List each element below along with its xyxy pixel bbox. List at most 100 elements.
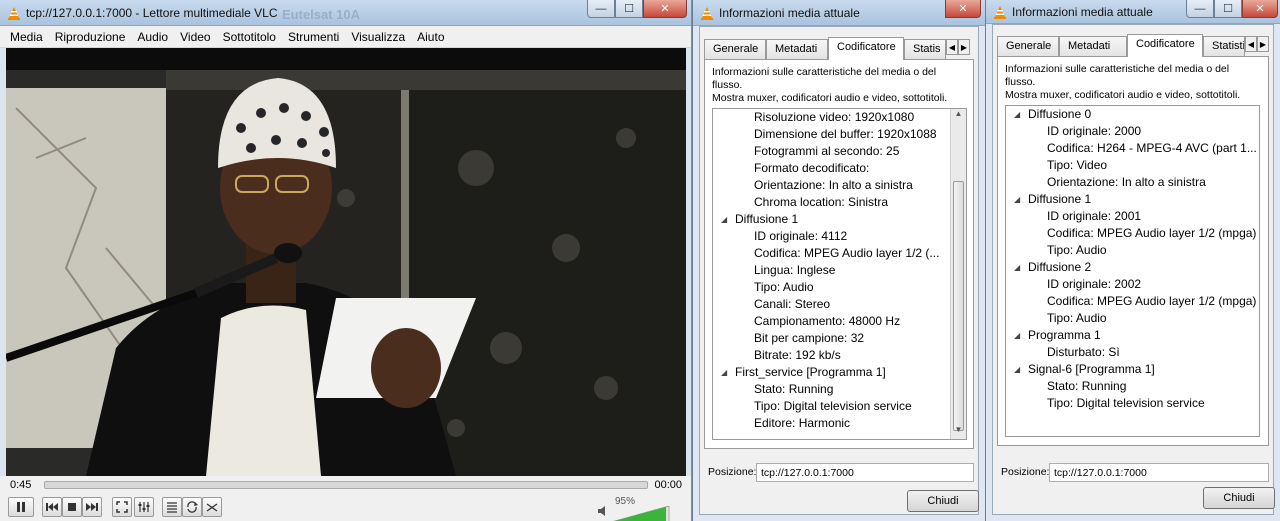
menu-aiuto[interactable]: Aiuto bbox=[411, 30, 450, 44]
menu-strumenti[interactable]: Strumenti bbox=[282, 30, 345, 44]
fullscreen-button[interactable] bbox=[112, 497, 132, 517]
tree-item-row[interactable]: Codifica: MPEG Audio layer 1/2 (mpga) bbox=[1047, 225, 1256, 242]
tree-item-row[interactable]: Orientazione: In alto a sinistra bbox=[1047, 174, 1206, 191]
tree-item-row[interactable]: Stato: Running bbox=[754, 381, 833, 398]
tree-item-row[interactable]: Canali: Stereo bbox=[754, 296, 830, 313]
tab-statistiche[interactable]: Statis bbox=[904, 39, 946, 59]
expand-triangle-icon[interactable]: ◢ bbox=[1014, 327, 1020, 344]
dialog1-codec-tree[interactable]: ▲ ▼ Risoluzione video: 1920x1080 Dimensio… bbox=[712, 108, 967, 440]
tree-item-row[interactable]: Tipo: Digital television service bbox=[1047, 395, 1205, 412]
expand-triangle-icon[interactable]: ◢ bbox=[1014, 259, 1020, 276]
tree-item-row[interactable]: Risoluzione video: 1920x1080 bbox=[754, 109, 914, 126]
desc-line: flusso. bbox=[1005, 76, 1036, 88]
tree-item-row[interactable]: Codifica: MPEG Audio layer 1/2 (mpga) bbox=[1047, 293, 1256, 310]
dialog2-close-x-button[interactable]: ✕ bbox=[1242, 0, 1278, 18]
tree-item-row[interactable]: Codifica: MPEG Audio layer 1/2 (... bbox=[754, 245, 939, 262]
tree-item-row[interactable]: Tipo: Audio bbox=[754, 279, 814, 296]
pause-button[interactable] bbox=[8, 497, 34, 517]
tree-item-row[interactable]: Fotogrammi al secondo: 25 bbox=[754, 143, 899, 160]
scroll-down-arrow[interactable]: ▼ bbox=[951, 425, 966, 439]
tree-item-row[interactable]: ID originale: 4112 bbox=[754, 228, 847, 245]
tree-item-row[interactable]: Dimensione del buffer: 1920x1088 bbox=[754, 126, 937, 143]
expand-triangle-icon[interactable]: ◢ bbox=[721, 364, 727, 381]
tab-scroll-left-button[interactable]: ◀ bbox=[1245, 36, 1257, 52]
maximize-button[interactable]: ☐ bbox=[615, 0, 643, 18]
tab-metadati[interactable]: Metadati bbox=[1059, 36, 1127, 56]
menu-riproduzione[interactable]: Riproduzione bbox=[49, 30, 132, 44]
tree-row-text: Orientazione: In alto a sinistra bbox=[1047, 175, 1206, 189]
tree-group-row[interactable]: ◢ Programma 1 bbox=[1014, 327, 1101, 344]
tree-item-row[interactable]: Lingua: Inglese bbox=[754, 262, 835, 279]
playlist-button[interactable] bbox=[162, 497, 182, 517]
tree-group-row[interactable]: ◢ Signal-6 [Programma 1] bbox=[1014, 361, 1155, 378]
dialog1-close-x-button[interactable]: ✕ bbox=[945, 0, 981, 18]
volume-control[interactable]: 95% bbox=[597, 496, 677, 521]
expand-triangle-icon[interactable]: ◢ bbox=[1014, 106, 1020, 123]
seek-slider[interactable] bbox=[44, 481, 648, 489]
extended-settings-button[interactable] bbox=[134, 497, 154, 517]
tree-group-row[interactable]: ◢ Diffusione 2 bbox=[1014, 259, 1091, 276]
tree-item-row[interactable]: Stato: Running bbox=[1047, 378, 1126, 395]
tree-item-row[interactable]: Editore: Harmonic bbox=[754, 415, 850, 432]
tab-scroll-right-button[interactable]: ▶ bbox=[958, 39, 970, 55]
next-button[interactable] bbox=[82, 497, 102, 517]
tree-item-row[interactable]: Tipo: Video bbox=[1047, 157, 1107, 174]
dialog2-minimize-button[interactable]: — bbox=[1186, 0, 1214, 18]
menu-audio[interactable]: Audio bbox=[131, 30, 174, 44]
dialog2-maximize-button[interactable]: ☐ bbox=[1214, 0, 1242, 18]
vlc-titlebar[interactable]: tcp://127.0.0.1:7000 - Lettore multimedi… bbox=[0, 0, 691, 26]
tree-group-row[interactable]: ◢ Diffusione 1 bbox=[1014, 191, 1091, 208]
tree-item-row[interactable]: ID originale: 2002 bbox=[1047, 276, 1141, 293]
minimize-button[interactable]: — bbox=[587, 0, 615, 18]
scrollbar-thumb[interactable] bbox=[953, 181, 964, 431]
menu-video[interactable]: Video bbox=[174, 30, 216, 44]
position-field[interactable] bbox=[1049, 463, 1269, 482]
tree-item-row[interactable]: Bitrate: 192 kb/s bbox=[754, 347, 841, 364]
volume-slider[interactable] bbox=[611, 506, 671, 521]
scroll-up-arrow[interactable]: ▲ bbox=[951, 109, 966, 123]
tree-item-row[interactable]: Orientazione: In alto a sinistra bbox=[754, 177, 913, 194]
dialog1-close-button[interactable]: Chiudi bbox=[907, 490, 979, 512]
previous-button[interactable] bbox=[42, 497, 62, 517]
tree-item-row[interactable]: ID originale: 2001 bbox=[1047, 208, 1141, 225]
dialog2-titlebar[interactable]: Informazioni media attuale — ☐ ✕ bbox=[986, 0, 1280, 24]
expand-triangle-icon[interactable]: ◢ bbox=[721, 211, 727, 228]
tree-group-row[interactable]: ◢ Diffusione 1 bbox=[721, 211, 798, 228]
close-button[interactable]: ✕ bbox=[643, 0, 687, 18]
video-output[interactable] bbox=[6, 48, 686, 476]
dialog1-titlebar[interactable]: Informazioni media attuale ✕ bbox=[693, 0, 985, 26]
shuffle-button[interactable] bbox=[202, 497, 222, 517]
position-field[interactable] bbox=[756, 463, 974, 482]
tree-item-row[interactable]: Codifica: H264 - MPEG-4 AVC (part 1... bbox=[1047, 140, 1257, 157]
tree-item-row[interactable]: Tipo: Audio bbox=[1047, 310, 1107, 327]
tree-item-row[interactable]: Tipo: Digital television service bbox=[754, 398, 912, 415]
expand-triangle-icon[interactable]: ◢ bbox=[1014, 191, 1020, 208]
tab-statistiche[interactable]: Statisti bbox=[1203, 36, 1245, 56]
tab-scroll-left-button[interactable]: ◀ bbox=[946, 39, 958, 55]
tree-item-row[interactable]: Chroma location: Sinistra bbox=[754, 194, 888, 211]
tab-scroll-right-button[interactable]: ▶ bbox=[1257, 36, 1269, 52]
tree-item-row[interactable]: Tipo: Audio bbox=[1047, 242, 1107, 259]
tab-metadati[interactable]: Metadati bbox=[766, 39, 828, 59]
tab-codificatore[interactable]: Codificatore bbox=[1127, 34, 1203, 57]
menu-media[interactable]: Media bbox=[4, 30, 49, 44]
tab-generale[interactable]: Generale bbox=[997, 36, 1059, 56]
dialog1-description: Informazioni sulle caratteristiche del m… bbox=[712, 66, 967, 105]
stop-button[interactable] bbox=[62, 497, 82, 517]
dialog2-close-button[interactable]: Chiudi bbox=[1203, 487, 1275, 509]
tree-item-row[interactable]: Bit per campione: 32 bbox=[754, 330, 864, 347]
dialog1-tree-scrollbar[interactable]: ▲ ▼ bbox=[950, 109, 966, 439]
tree-item-row[interactable]: Campionamento: 48000 Hz bbox=[754, 313, 900, 330]
dialog2-codec-tree[interactable]: ◢ Diffusione 0 ID originale: 2000 Codifica:… bbox=[1005, 105, 1260, 437]
loop-button[interactable] bbox=[182, 497, 202, 517]
tab-generale[interactable]: Generale bbox=[704, 39, 766, 59]
expand-triangle-icon[interactable]: ◢ bbox=[1014, 361, 1020, 378]
tree-group-row[interactable]: ◢ First_service [Programma 1] bbox=[721, 364, 886, 381]
menu-visualizza[interactable]: Visualizza bbox=[345, 30, 411, 44]
tree-item-row[interactable]: Formato decodificato: bbox=[754, 160, 869, 177]
menu-sottotitolo[interactable]: Sottotitolo bbox=[217, 30, 282, 44]
tree-group-row[interactable]: ◢ Diffusione 0 bbox=[1014, 106, 1091, 123]
tree-item-row[interactable]: ID originale: 2000 bbox=[1047, 123, 1141, 140]
tree-item-row[interactable]: Disturbato: Sì bbox=[1047, 344, 1120, 361]
tab-codificatore[interactable]: Codificatore bbox=[828, 37, 904, 60]
